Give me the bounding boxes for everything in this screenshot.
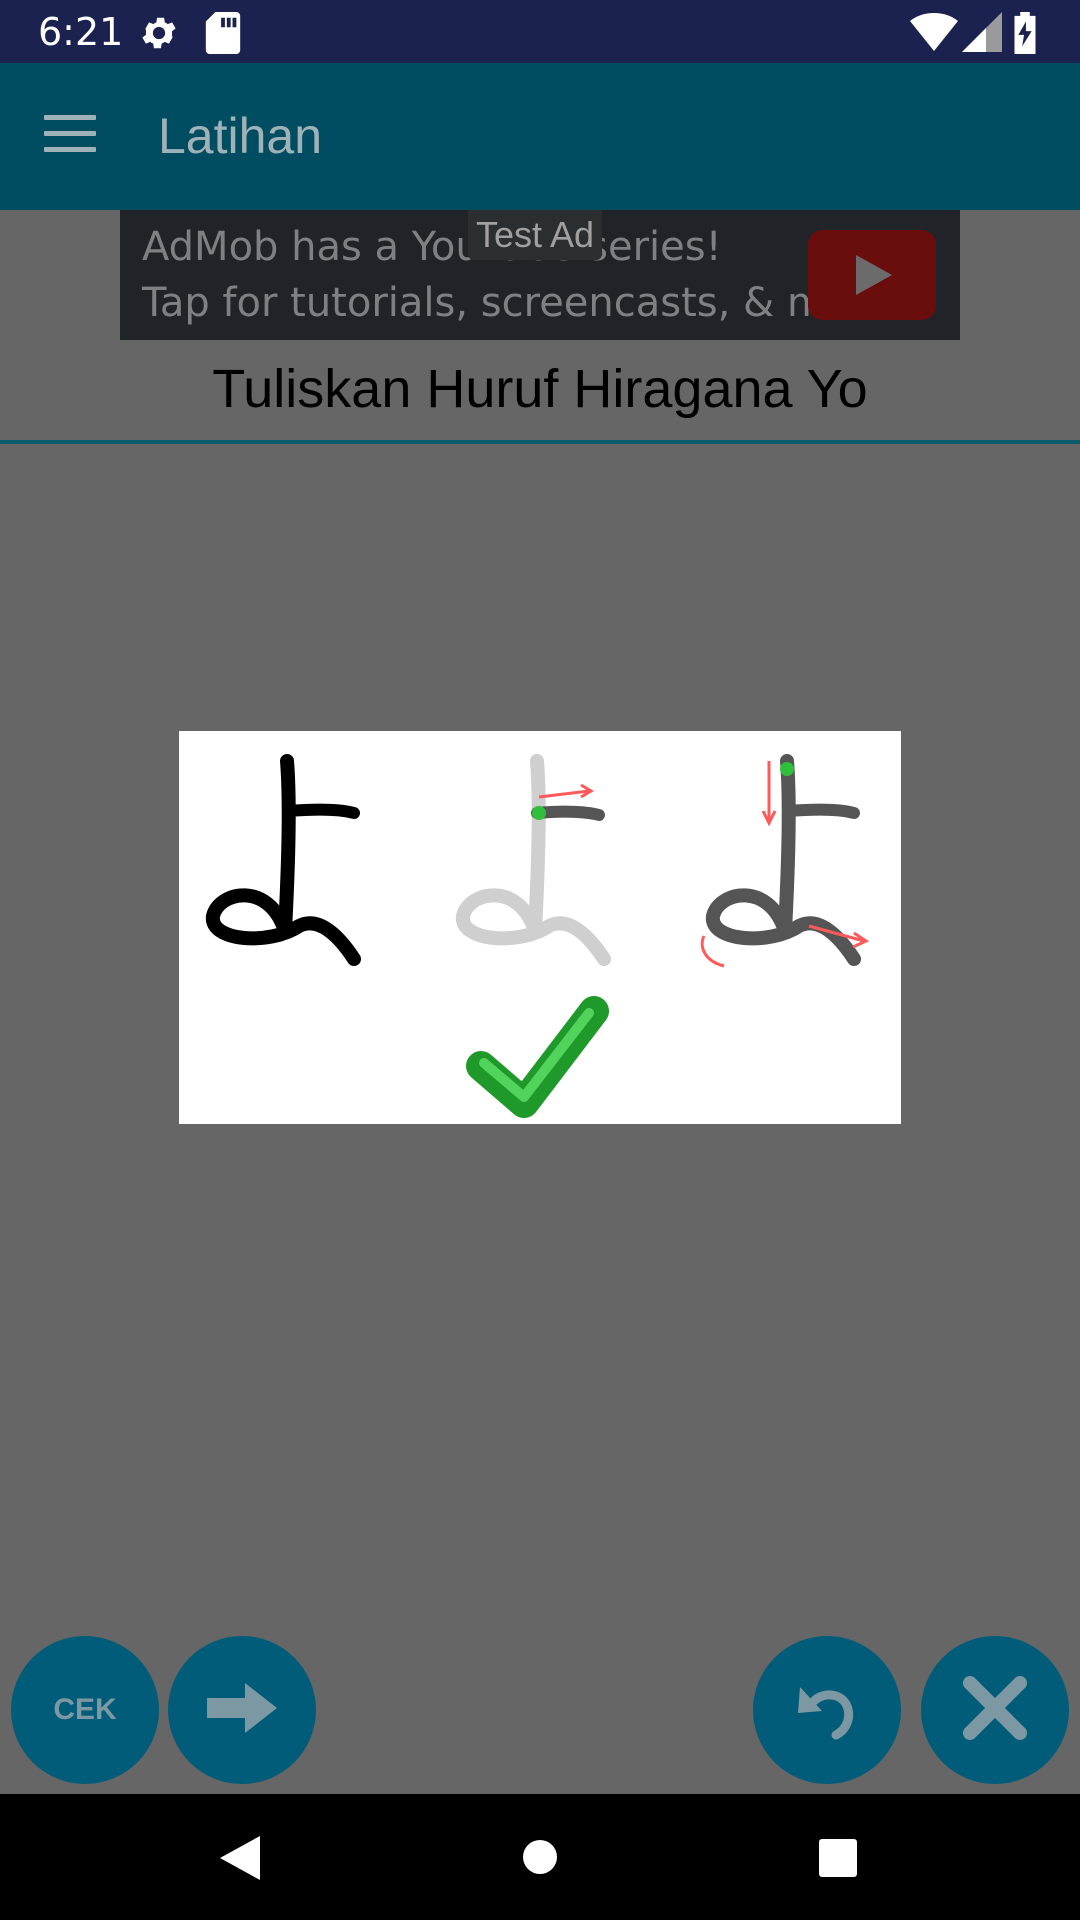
- navigation-bar: [0, 1794, 1080, 1920]
- test-ad-badge: Test Ad: [468, 210, 603, 260]
- check-button[interactable]: CEK: [11, 1636, 159, 1784]
- nav-home-icon[interactable]: [522, 1839, 558, 1880]
- arrow-right-icon: [207, 1682, 277, 1738]
- hiragana-yo-black-glyph: [205, 754, 361, 966]
- nav-recents-icon[interactable]: [818, 1838, 858, 1883]
- checkmark-icon: [466, 996, 609, 1118]
- hiragana-yo-step-2-glyph: [700, 754, 870, 968]
- next-button[interactable]: [168, 1636, 316, 1784]
- main-content: AdMob has a YouTube series! Tap for tuto…: [0, 210, 1080, 1794]
- battery-charging-icon: [1012, 12, 1038, 59]
- status-bar: 6:21: [0, 0, 1080, 63]
- undo-button[interactable]: [753, 1636, 901, 1784]
- undo-icon: [792, 1673, 862, 1748]
- gear-icon: [138, 12, 180, 59]
- check-button-label: CEK: [53, 1693, 117, 1726]
- ad-line-2: Tap for tutorials, screencasts, & more.: [142, 280, 904, 326]
- nav-back-icon[interactable]: [218, 1834, 262, 1887]
- signal-icon: [962, 12, 1002, 57]
- wifi-icon: [910, 12, 958, 57]
- test-ad-banner[interactable]: AdMob has a YouTube series! Tap for tuto…: [120, 210, 960, 340]
- close-icon: [960, 1673, 1030, 1748]
- clear-button[interactable]: [921, 1636, 1069, 1784]
- hiragana-yo-step-1-glyph: [455, 754, 611, 966]
- app-bar-title: Latihan: [158, 108, 323, 164]
- stroke-order-card: [179, 731, 901, 1124]
- divider: [0, 440, 1080, 444]
- app-bar: Latihan: [0, 63, 1080, 210]
- hiragana-yo-stroke-image: [205, 754, 870, 1118]
- question-text: Tuliskan Huruf Hiragana Yo: [212, 359, 868, 419]
- status-time: 6:21: [38, 10, 124, 54]
- youtube-play-icon: [808, 230, 936, 320]
- hamburger-menu-icon[interactable]: [44, 115, 96, 155]
- sd-card-icon: [205, 12, 241, 59]
- ad-line-1: AdMob has a YouTube series!: [142, 224, 722, 270]
